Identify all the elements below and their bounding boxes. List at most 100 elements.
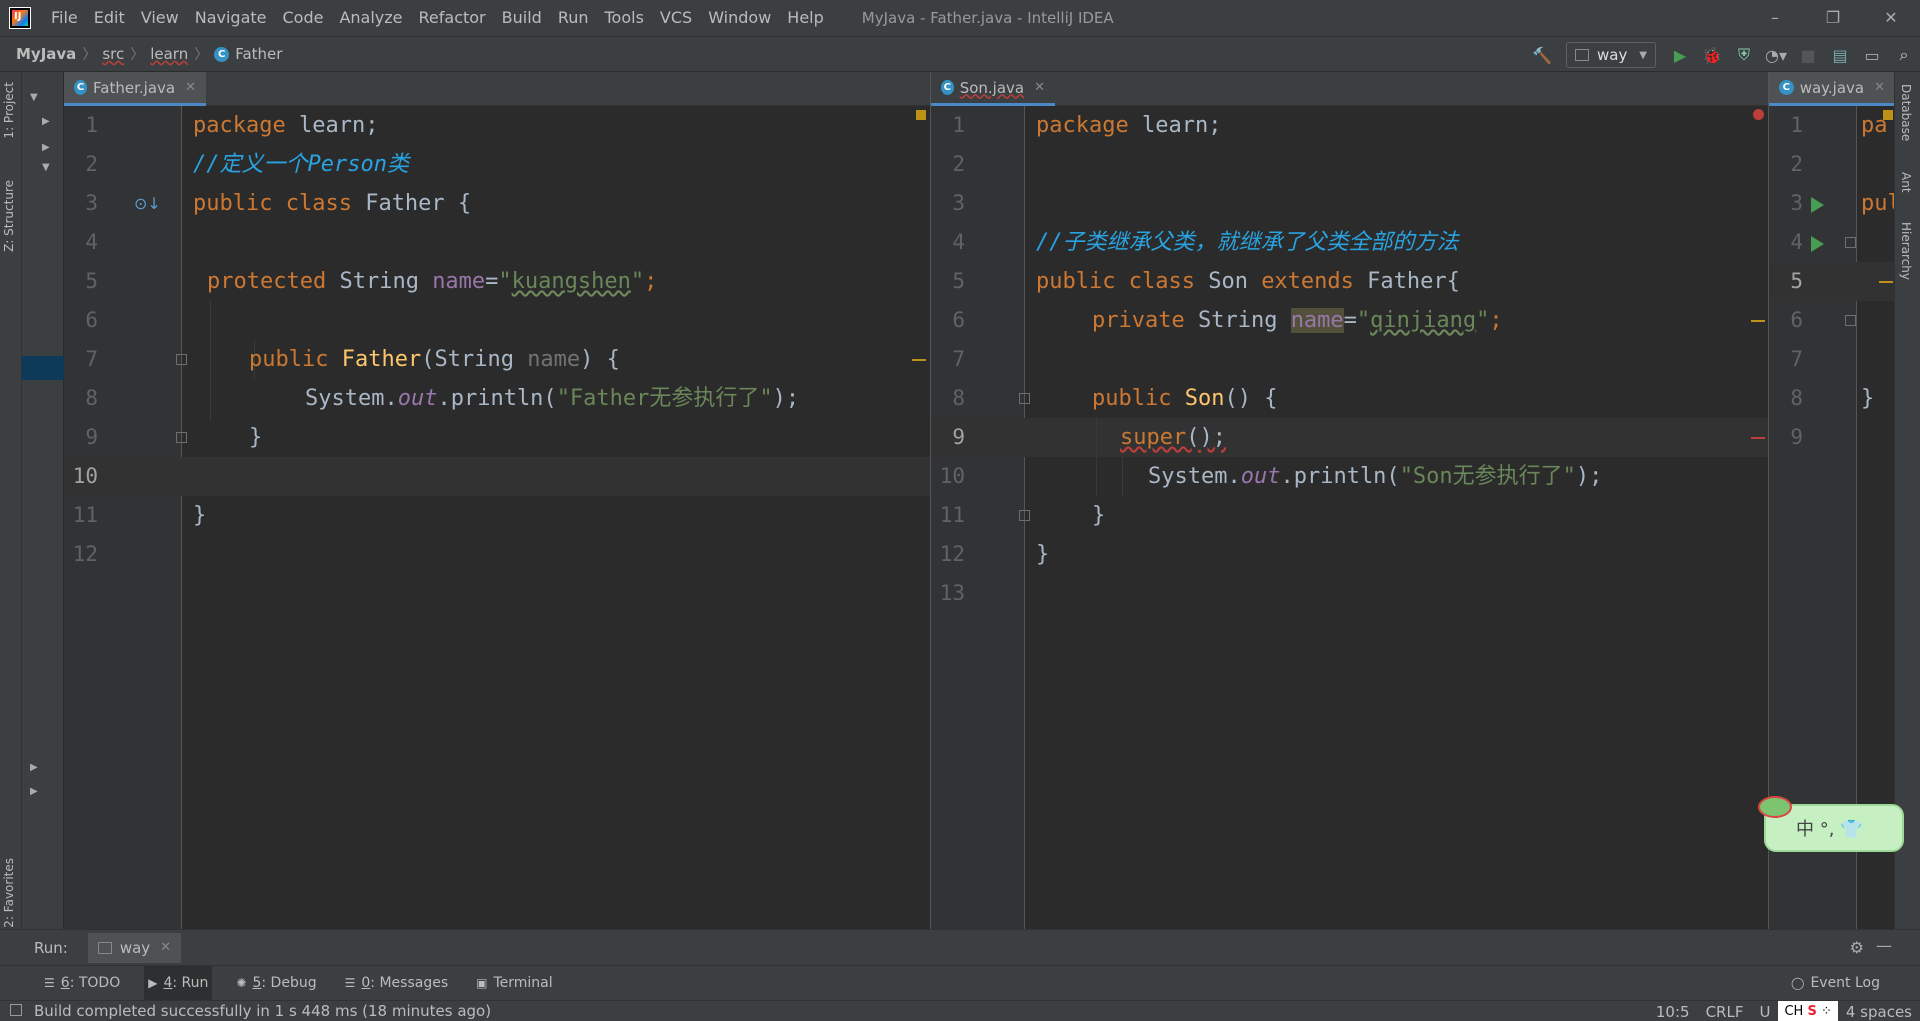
expand-arrow-icon[interactable]: ▶: [30, 762, 38, 773]
menu-view[interactable]: View: [133, 0, 187, 36]
breadcrumb-project[interactable]: MyJava: [12, 45, 80, 63]
warning-stripe-icon[interactable]: [916, 110, 926, 120]
menu-file[interactable]: File: [43, 0, 86, 36]
close-icon[interactable]: ✕: [1034, 80, 1045, 95]
code-area[interactable]: package learn; //子类继承父类，就继承了父类全部的方法 publ…: [1036, 106, 1756, 929]
breadcrumb-src[interactable]: src: [98, 45, 128, 63]
fold-marker-icon[interactable]: [1019, 393, 1030, 404]
ime-status-widget[interactable]: 中 °, 👕: [1758, 796, 1904, 852]
code-line: }: [1861, 386, 1875, 411]
coverage-icon[interactable]: ⛨: [1728, 37, 1760, 73]
close-icon[interactable]: ✕: [160, 940, 171, 955]
menu-help[interactable]: Help: [779, 0, 831, 36]
run-tab-way[interactable]: way ✕: [87, 932, 182, 963]
expand-arrow-icon[interactable]: ▶: [42, 116, 50, 127]
run-gutter-icon[interactable]: [1811, 236, 1824, 252]
close-window-button[interactable]: ✕: [1862, 0, 1920, 36]
build-hammer-icon[interactable]: 🔨: [1526, 37, 1558, 73]
breadcrumb-class[interactable]: C Father: [210, 45, 286, 63]
breadcrumb-learn[interactable]: learn: [146, 45, 192, 63]
warning-stripe-icon[interactable]: [1883, 110, 1893, 120]
editor-father[interactable]: 1 2 3 4 5 6 7 8 9 10 11 12 ⊙↓ package le…: [64, 106, 930, 929]
change-marker[interactable]: [1751, 320, 1765, 322]
tab-label: Father.java: [93, 78, 176, 97]
project-structure-icon[interactable]: ▤: [1824, 37, 1856, 73]
implemented-icon[interactable]: ⊙↓: [134, 194, 161, 213]
fold-marker-icon[interactable]: [176, 354, 187, 365]
fold-marker-icon[interactable]: [1845, 315, 1856, 326]
tool-tab-ant[interactable]: Ant: [1899, 172, 1913, 193]
tool-tab-todo[interactable]: ☰ 6: TODO: [40, 966, 124, 1001]
token-string: ": [498, 269, 512, 294]
profile-icon[interactable]: ◔▾: [1760, 37, 1792, 73]
breadcrumb-separator: 〉: [194, 47, 209, 63]
menu-edit[interactable]: Edit: [86, 0, 133, 36]
run-config-icon: [1575, 49, 1589, 61]
expand-arrow-icon[interactable]: ▼: [30, 92, 38, 103]
line-separator[interactable]: CRLF: [1698, 1003, 1752, 1021]
bottom-tool-tabs: ☰ 6: TODO ▶ 4: Run ✺ 5: Debug ☰ 0: Messages …: [0, 965, 1920, 1001]
expand-arrow-icon[interactable]: ▶: [42, 142, 50, 153]
menu-code[interactable]: Code: [275, 0, 332, 36]
ime-tray-icon[interactable]: CH S ⁘: [1778, 1001, 1838, 1021]
tool-tab-debug[interactable]: ✺ 5: Debug: [232, 966, 320, 1001]
fold-marker-icon[interactable]: [1845, 237, 1856, 248]
tool-tab-label: : TODO: [69, 975, 121, 991]
menu-navigate[interactable]: Navigate: [187, 0, 275, 36]
breadcrumb-separator: 〉: [82, 47, 97, 63]
token-keyword: ;: [644, 269, 658, 294]
line-number: 2: [85, 152, 98, 176]
search-icon[interactable]: ⌕: [1888, 37, 1920, 73]
tool-tab-structure[interactable]: Z: Structure: [2, 180, 16, 252]
ime-mascot-icon: [1758, 796, 1792, 818]
menu-tools[interactable]: Tools: [597, 0, 652, 36]
run-gutter-icon[interactable]: [1811, 197, 1824, 213]
restore-button[interactable]: ❐: [1804, 0, 1862, 36]
menu-analyze[interactable]: Analyze: [331, 0, 410, 36]
tool-tab-favorites[interactable]: 2: Favorites: [2, 858, 16, 928]
tool-tab-hierarchy[interactable]: Hierarchy: [1899, 222, 1913, 280]
editor-son[interactable]: 1 2 3 4 5 6 7 8 9 10 11 12 13 package le…: [930, 106, 1768, 929]
tool-tab-project[interactable]: 1: Project: [2, 82, 16, 139]
indent-setting[interactable]: 4 spaces: [1838, 1003, 1920, 1021]
settings-gear-icon[interactable]: ⚙: [1850, 938, 1864, 957]
stop-icon[interactable]: ■: [1792, 37, 1824, 73]
tool-tab-terminal[interactable]: ▣ Terminal: [472, 966, 557, 1001]
hide-panel-icon[interactable]: —: [1876, 936, 1892, 955]
close-icon[interactable]: ✕: [1874, 80, 1885, 95]
event-log-button[interactable]: ◯ Event Log: [1787, 966, 1884, 1001]
menu-build[interactable]: Build: [494, 0, 550, 36]
tree-selection[interactable]: [22, 356, 64, 380]
menu-refactor[interactable]: Refactor: [411, 0, 494, 36]
fold-marker-icon[interactable]: [176, 432, 187, 443]
menu-window[interactable]: Window: [700, 0, 779, 36]
error-marker[interactable]: [1751, 437, 1765, 439]
tool-tab-database[interactable]: Database: [1899, 84, 1913, 141]
fold-marker-icon[interactable]: [1019, 510, 1030, 521]
tab-father-java[interactable]: C Father.java ✕: [64, 72, 206, 106]
change-marker[interactable]: [912, 359, 926, 361]
expand-arrow-icon[interactable]: ▼: [42, 162, 50, 173]
status-message[interactable]: Build completed successfully in 1 s 448 …: [34, 1002, 491, 1020]
menu-run[interactable]: Run: [550, 0, 597, 36]
expand-arrow-icon[interactable]: ▶: [30, 786, 38, 797]
file-encoding[interactable]: U: [1751, 1003, 1778, 1021]
menu-vcs[interactable]: VCS: [652, 0, 700, 36]
status-panel-icon[interactable]: [10, 1004, 22, 1016]
layout-icon[interactable]: ▭: [1856, 37, 1888, 73]
token-function: Son: [1184, 386, 1225, 411]
change-marker[interactable]: [1879, 281, 1893, 283]
error-indicator-icon[interactable]: [1753, 109, 1764, 120]
code-area[interactable]: package learn; //定义一个Person类 public clas…: [193, 106, 913, 929]
intellij-logo-icon[interactable]: [9, 7, 31, 29]
caret-position[interactable]: 10:5: [1648, 1003, 1698, 1021]
tab-son-java[interactable]: C Son.java ✕: [931, 72, 1055, 106]
tab-way-java[interactable]: C way.java ✕: [1769, 72, 1895, 106]
minimize-button[interactable]: –: [1746, 0, 1804, 36]
tool-tab-messages[interactable]: ☰ 0: Messages: [341, 966, 453, 1001]
close-icon[interactable]: ✕: [185, 80, 196, 95]
run-icon[interactable]: ▶: [1664, 37, 1696, 73]
tool-tab-run[interactable]: ▶ 4: Run: [144, 965, 213, 1001]
run-config-dropdown[interactable]: way ▼: [1566, 42, 1656, 68]
debug-icon[interactable]: 🐞: [1696, 37, 1728, 73]
